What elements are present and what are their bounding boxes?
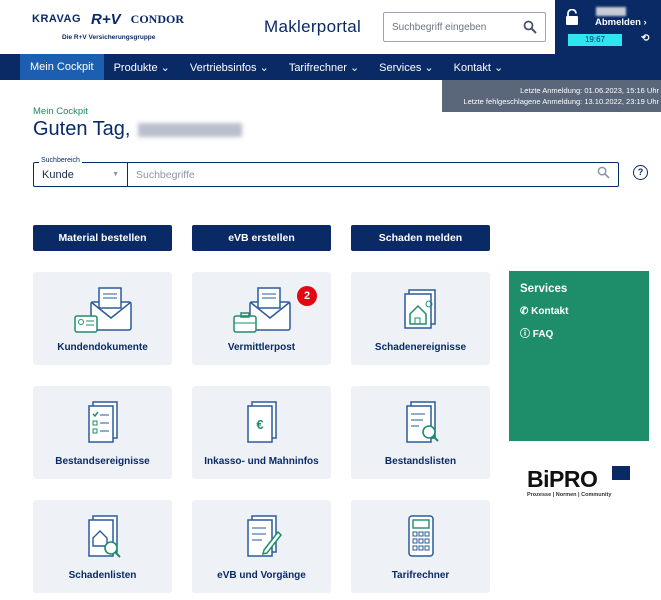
logout-button[interactable]: Abmelden › — [595, 17, 647, 28]
user-name-redacted-large — [138, 122, 243, 137]
search-icon[interactable] — [588, 166, 618, 184]
tile-bestandslisten[interactable]: Bestandslisten — [351, 386, 490, 479]
portal-title: Maklerportal — [264, 17, 362, 36]
main-navigation: Mein Cockpit Produkte ⌄ Vertriebsinfos ⌄… — [0, 54, 661, 80]
house-damage-document-icon — [403, 289, 436, 329]
question-circle-icon: ⓘ — [520, 329, 533, 340]
global-search-input[interactable]: Suchbegriff eingeben — [383, 12, 546, 42]
faq-label: FAQ — [532, 329, 554, 340]
chevron-down-icon: ▼ — [112, 171, 119, 178]
documents-envelope-icon — [73, 287, 132, 333]
list-search-document-icon — [405, 401, 439, 443]
page-title: Guten Tag, — [33, 118, 243, 141]
tile-label: Schadenlisten — [68, 570, 137, 581]
checklist-document-icon — [87, 401, 118, 443]
services-title: Services — [520, 283, 568, 295]
greeting-text: Guten Tag, — [33, 118, 131, 140]
help-icon[interactable]: ? — [633, 165, 648, 180]
last-login-text: Letzte Anmeldung: 01.06.2023, 15:16 Uhr — [520, 86, 659, 95]
nav-item-tarifrechner[interactable]: Tarifrechner ⌄ — [279, 54, 369, 80]
tile-schadenereignisse[interactable]: Schadenereignisse — [351, 272, 490, 365]
material-bestellen-button[interactable]: Material bestellen — [33, 225, 172, 251]
refresh-session-icon[interactable]: ⟲ — [641, 33, 649, 44]
tile-label: Bestandsereignisse — [55, 456, 150, 467]
house-search-document-icon — [87, 515, 121, 558]
kravag-logo: KRAVAG — [32, 13, 82, 25]
tile-label: Vermittlerpost — [227, 342, 296, 353]
search-area-select[interactable]: Kunde ▼ — [34, 163, 128, 186]
bipro-square-mark — [612, 466, 630, 480]
tile-evb-vorgaenge[interactable]: eVB und Vorgänge — [192, 500, 331, 593]
tile-label: Schadenereignisse — [374, 342, 467, 353]
kontakt-label: Kontakt — [531, 306, 569, 317]
nav-item-produkte[interactable]: Produkte ⌄ — [104, 54, 180, 80]
tile-bestandsereignisse[interactable]: Bestandsereignisse — [33, 386, 172, 479]
top-bar: KRAVAG R+V CONDOR Die R+V Versicherungsg… — [0, 0, 661, 54]
user-name-redacted — [596, 7, 626, 16]
search-area-legend: Suchbereich — [39, 157, 82, 164]
condor-logo: CONDOR — [130, 11, 184, 26]
schaden-melden-button[interactable]: Schaden melden — [351, 225, 490, 251]
company-logos[interactable]: KRAVAG R+V CONDOR Die R+V Versicherungsg… — [32, 8, 202, 46]
tile-label: Bestandslisten — [384, 456, 457, 467]
services-panel: Services ✆ Kontakt ⓘ FAQ — [509, 271, 649, 441]
nav-item-vertriebsinfos[interactable]: Vertriebsinfos ⌄ — [180, 54, 279, 80]
bipro-tagline: Prozesse | Normen | Community — [527, 492, 612, 498]
global-search-placeholder: Suchbegriff eingeben — [392, 21, 487, 33]
login-info-banner: Letzte Anmeldung: 01.06.2023, 15:16 Uhr … — [442, 80, 661, 112]
nav-item-mein-cockpit[interactable]: Mein Cockpit — [20, 54, 104, 80]
nav-item-kontakt[interactable]: Kontakt ⌄ — [444, 54, 514, 80]
tile-label: Inkasso- und Mahninfos — [204, 456, 319, 467]
last-failed-login-text: Letzte fehlgeschlagene Anmeldung: 13.10.… — [463, 97, 659, 106]
tile-label: eVB und Vorgänge — [217, 570, 306, 581]
faq-link[interactable]: ⓘ FAQ — [520, 325, 638, 340]
tile-kundendokumente[interactable]: Kundendokumente — [33, 272, 172, 365]
bipro-logo[interactable]: BiPRO Prozesse | Normen | Community — [527, 466, 633, 508]
calculator-icon — [407, 515, 434, 557]
tile-label: Tarifrechner — [391, 570, 450, 581]
lock-icon — [566, 9, 578, 25]
phone-icon: ✆ — [520, 306, 532, 317]
unread-count-badge: 2 — [297, 286, 317, 306]
customer-search-input[interactable]: Suchbegriffe — [128, 169, 588, 181]
breadcrumb: Mein Cockpit — [33, 106, 88, 117]
mail-briefcase-icon — [232, 287, 291, 333]
search-area-value: Kunde — [42, 168, 74, 181]
evb-erstellen-button[interactable]: eVB erstellen — [192, 225, 331, 251]
tile-label: Kundendokumente — [57, 342, 148, 353]
search-icon[interactable] — [523, 20, 537, 34]
user-session-panel: Abmelden › 19:67 ⟲ — [555, 0, 661, 54]
nav-item-services[interactable]: Services ⌄ — [369, 54, 443, 80]
tile-vermittlerpost[interactable]: 2 Vermittlerpost — [192, 272, 331, 365]
svg-text:€: € — [256, 417, 263, 432]
rv-logo: R+V — [91, 10, 121, 28]
customer-search-bar: Suchbereich Kunde ▼ Suchbegriffe — [33, 157, 619, 187]
document-pen-icon — [246, 515, 282, 557]
group-tagline: Die R+V Versicherungsgruppe — [62, 34, 156, 41]
tile-tarifrechner[interactable]: Tarifrechner — [351, 500, 490, 593]
euro-document-icon: € — [246, 401, 277, 443]
session-timer: 19:67 — [568, 34, 622, 46]
tile-schadenlisten[interactable]: Schadenlisten — [33, 500, 172, 593]
kontakt-link[interactable]: ✆ Kontakt — [520, 306, 638, 317]
tile-inkasso-mahninfos[interactable]: € Inkasso- und Mahninfos — [192, 386, 331, 479]
